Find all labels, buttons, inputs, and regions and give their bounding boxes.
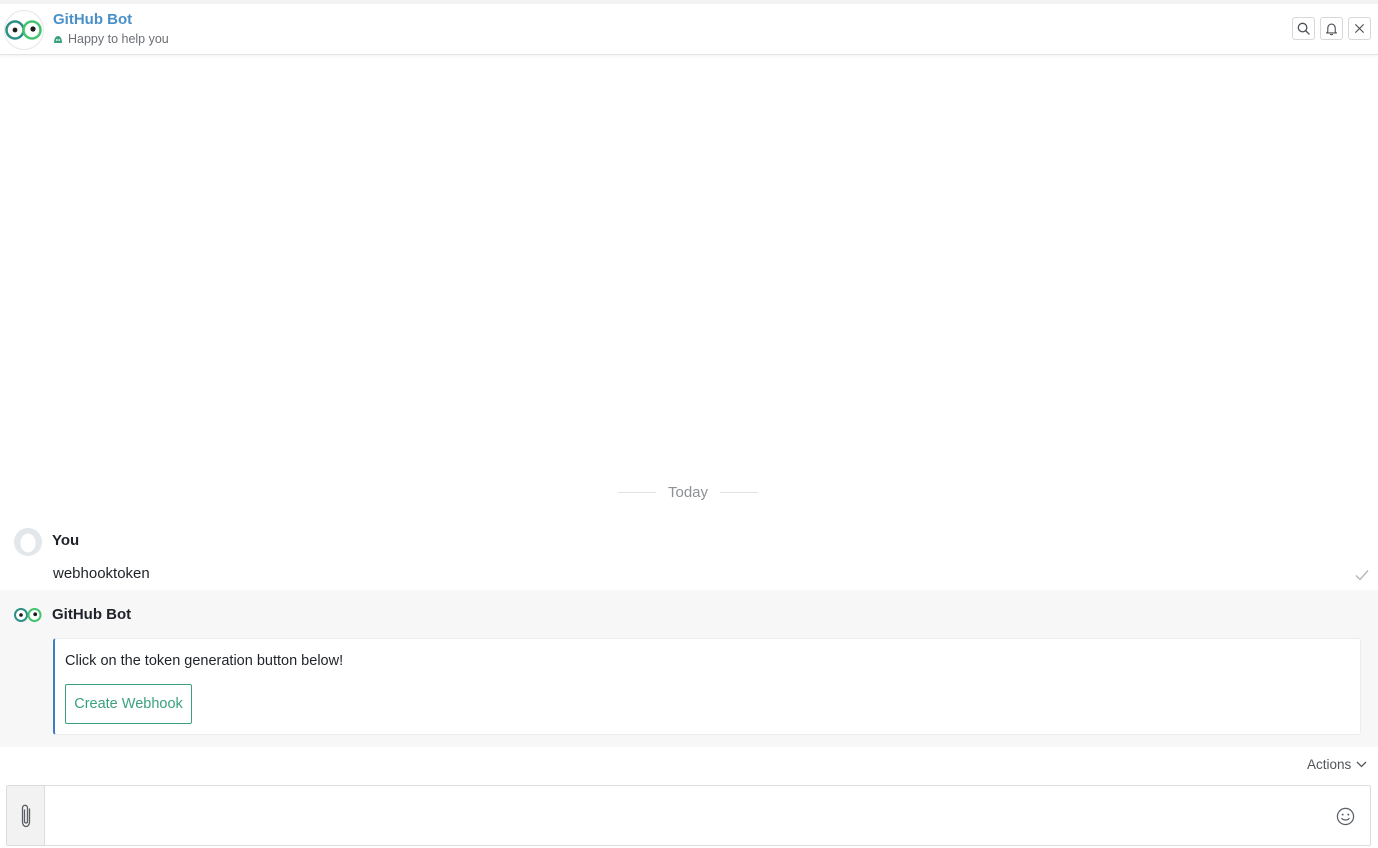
divider-line — [720, 491, 758, 493]
message-composer — [6, 785, 1371, 846]
bot-message: GitHub Bot Click on the token generation… — [0, 590, 1378, 747]
emoji-icon — [1336, 807, 1354, 825]
bot-message-avatar — [14, 604, 42, 626]
emoji-button[interactable] — [1335, 806, 1355, 826]
divider-line — [618, 491, 656, 493]
date-divider: Today — [618, 482, 758, 502]
attach-button[interactable] — [7, 786, 45, 845]
bot-name: GitHub Bot — [53, 11, 133, 28]
paperclip-icon — [21, 804, 30, 827]
actions-label: Actions — [1307, 757, 1352, 772]
bell-icon — [1326, 23, 1337, 35]
user-message-text: webhooktoken — [53, 565, 150, 582]
chevron-down-icon — [1356, 761, 1367, 768]
message-input[interactable] — [47, 788, 1327, 843]
chat-header: GitHub Bot Happy to help you — [0, 0, 1378, 55]
bot-avatar — [4, 10, 44, 50]
create-webhook-button[interactable]: Create Webhook — [65, 684, 192, 724]
date-divider-text: Today — [667, 483, 709, 501]
user-message-sender: You — [52, 532, 80, 549]
user-avatar — [14, 528, 42, 556]
search-button[interactable] — [1292, 17, 1315, 40]
notifications-button[interactable] — [1320, 17, 1343, 40]
bot-status: Happy to help you — [53, 32, 169, 46]
close-button[interactable] — [1348, 17, 1371, 40]
actions-dropdown[interactable]: Actions — [1307, 757, 1367, 772]
check-icon — [1355, 570, 1369, 581]
search-icon — [1297, 22, 1310, 35]
status-text: Happy to help you — [68, 32, 169, 46]
bot-message-card: Click on the token generation button bel… — [53, 638, 1361, 735]
bot-message-sender: GitHub Bot — [52, 606, 132, 623]
user-silhouette-icon — [14, 528, 42, 556]
status-bot-icon — [54, 36, 62, 43]
close-icon — [1354, 23, 1365, 34]
bot-eyes-icon — [5, 20, 42, 40]
bot-eyes-icon — [14, 608, 42, 622]
bot-message-text: Click on the token generation button bel… — [65, 653, 344, 669]
